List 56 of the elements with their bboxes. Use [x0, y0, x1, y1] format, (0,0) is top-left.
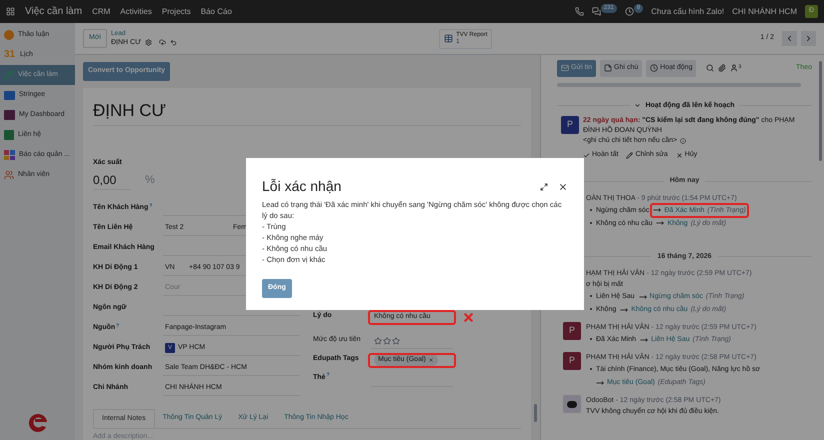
check-icon [583, 152, 590, 158]
probability-field[interactable]: 0,00 [93, 170, 131, 190]
logo-icon [26, 412, 48, 434]
help-mark[interactable]: ? [116, 322, 120, 329]
remove-icon [428, 357, 434, 363]
expand-icon[interactable] [540, 182, 548, 190]
robot-avatar [563, 395, 581, 413]
next-button[interactable] [801, 31, 816, 46]
chevron-left-icon [785, 34, 794, 43]
caret-icon[interactable] [634, 102, 642, 110]
note-icon [604, 64, 612, 72]
people-icon [4, 170, 14, 180]
help-mark[interactable]: ? [149, 202, 152, 209]
cloud-upload-icon[interactable] [159, 39, 166, 46]
menu-item[interactable]: Báo Cáo [200, 6, 232, 18]
menu-item[interactable]: Activities [120, 6, 152, 18]
apps-menu-icon[interactable] [6, 7, 15, 16]
dialog-title: Lỗi xác nhận [262, 177, 342, 196]
input-field[interactable] [371, 334, 453, 348]
undo-icon[interactable] [170, 39, 178, 46]
arrow-icon [620, 306, 628, 314]
chart-grid-icon [4, 150, 15, 160]
arrow-icon [640, 336, 648, 344]
phone-icon[interactable] [574, 7, 584, 16]
menu-item[interactable]: CRM [92, 6, 110, 18]
pencil-icon [4, 70, 14, 80]
pencil-icon [626, 152, 634, 158]
arrow-icon [653, 206, 662, 214]
priority-stars[interactable] [374, 337, 400, 345]
user-avatar: P [561, 116, 579, 134]
previous-button[interactable] [782, 31, 797, 46]
settings-icon[interactable] [145, 39, 152, 46]
scrollbar-thumb[interactable] [818, 61, 822, 161]
search-icon[interactable] [706, 64, 714, 72]
user-avatar: P [563, 322, 581, 340]
user-avatar: P [563, 352, 581, 370]
close-icon [676, 152, 683, 158]
info-icon[interactable] [680, 138, 686, 144]
close-icon[interactable] [558, 182, 568, 192]
help-mark[interactable]: ? [326, 372, 330, 378]
calendar-icon: 31 [4, 50, 16, 60]
menu-item[interactable]: Projects [162, 6, 191, 18]
envelope-icon [561, 64, 569, 72]
app-name[interactable]: Việc cần làm [25, 4, 82, 19]
chevron-right-icon [804, 34, 813, 43]
percent-unit: % [145, 172, 155, 188]
paperclip-icon[interactable] [718, 64, 726, 72]
scrollbar-thumb[interactable] [534, 404, 537, 422]
arrow-icon [638, 292, 647, 300]
company-name[interactable]: CHI NHÁNH HCM [732, 6, 797, 18]
record-title: ĐỊNH CƯ [93, 98, 521, 126]
arrow-icon [656, 219, 664, 227]
zalo-status[interactable]: Chưa cấu hình Zalo! [651, 6, 724, 18]
table-icon [444, 34, 454, 43]
arrow-icon [596, 378, 604, 386]
clock-icon [650, 64, 658, 72]
